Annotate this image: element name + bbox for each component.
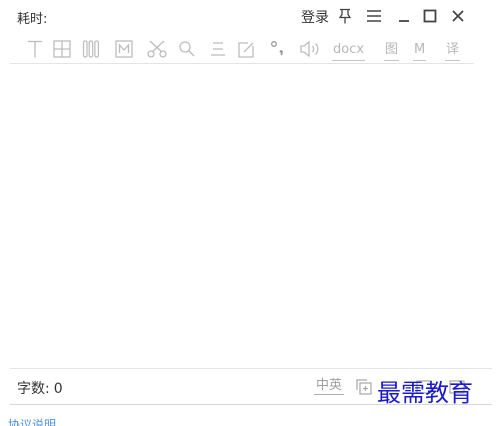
m-box-icon[interactable] — [115, 38, 133, 60]
elapsed-time-label: 耗时: — [17, 12, 48, 27]
speaker-icon[interactable] — [299, 38, 321, 60]
close-icon[interactable] — [447, 4, 469, 28]
maximize-icon[interactable] — [419, 4, 441, 28]
title-bar: 耗时: 登录 — [0, 0, 499, 32]
language-toggle[interactable]: 中英 — [314, 377, 345, 395]
agreement-link[interactable]: 协议说明 — [8, 418, 56, 426]
edit-box-icon[interactable] — [238, 38, 256, 60]
menu-icon[interactable] — [363, 4, 385, 28]
scissors-icon[interactable] — [147, 38, 167, 60]
word-count: 字数: 0 — [17, 378, 63, 398]
docx-export-button[interactable]: docx — [332, 39, 366, 61]
degree-comma-icon[interactable] — [268, 38, 286, 60]
toolbar: docx 图 M 译 — [10, 36, 474, 64]
search-icon[interactable] — [178, 38, 196, 60]
pin-icon[interactable] — [334, 4, 356, 28]
text-content-area[interactable] — [10, 66, 474, 368]
grid-icon[interactable] — [53, 38, 71, 60]
m-button[interactable]: M — [413, 39, 427, 61]
minimize-icon[interactable] — [393, 4, 415, 28]
align-lines-icon[interactable] — [209, 38, 227, 60]
image-button[interactable]: 图 — [384, 39, 400, 61]
columns-icon[interactable] — [82, 38, 100, 60]
translate-button[interactable]: 译 — [445, 39, 461, 61]
login-button[interactable]: 登录 — [301, 7, 329, 27]
text-cursor-icon[interactable] — [26, 38, 44, 60]
watermark-text: 最需教育 — [377, 379, 473, 407]
word-count-label: 字数: — [17, 381, 50, 397]
copy-add-icon[interactable] — [355, 378, 373, 396]
word-count-value: 0 — [53, 381, 63, 397]
